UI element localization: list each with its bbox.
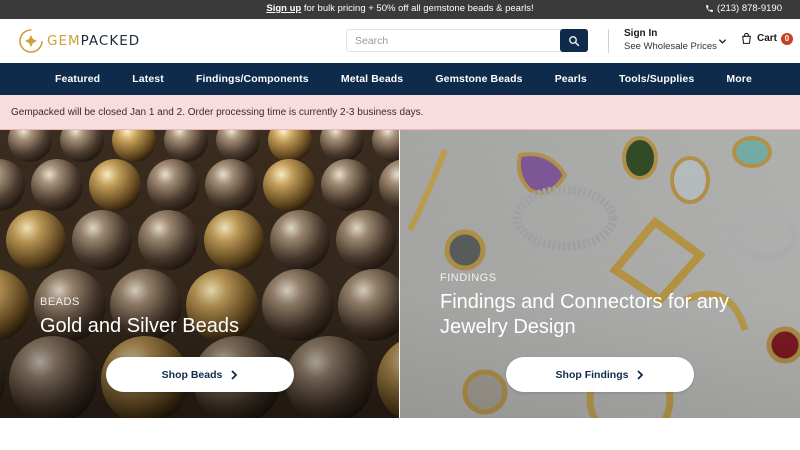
cart-button[interactable]: Cart 0 bbox=[740, 32, 794, 45]
logo-packed-text: PACKED bbox=[80, 33, 141, 49]
nav-item-more[interactable]: More bbox=[726, 73, 752, 85]
nav-item-findings-components[interactable]: Findings/Components bbox=[196, 73, 309, 85]
shop-beads-button[interactable]: Shop Beads bbox=[106, 357, 294, 392]
cart-count-badge: 0 bbox=[781, 32, 794, 45]
shop-findings-label: Shop Findings bbox=[555, 368, 629, 381]
signin-label: Sign In bbox=[624, 28, 658, 39]
findings-headline: Findings and Connectors for any Jewelry … bbox=[440, 291, 730, 338]
nav-item-tools-supplies[interactable]: Tools/Supplies bbox=[619, 73, 694, 85]
phone-number[interactable]: (213) 878-9190 bbox=[705, 3, 782, 14]
site-header: GEMPACKED Sign In See Wholesale Prices C… bbox=[0, 19, 800, 63]
closure-notice: Gempacked will be closed Jan 1 and 2. Or… bbox=[0, 95, 800, 130]
nav-item-latest[interactable]: Latest bbox=[132, 73, 164, 85]
findings-banner[interactable]: FINDINGS Findings and Connectors for any… bbox=[400, 130, 800, 418]
wholesale-label: See Wholesale Prices bbox=[624, 41, 717, 52]
search-icon bbox=[569, 35, 580, 46]
header-divider bbox=[608, 29, 609, 53]
promo-message: Sign up for bulk pricing + 50% off all g… bbox=[0, 3, 800, 14]
cart-label: Cart bbox=[757, 33, 778, 44]
search-button[interactable] bbox=[560, 29, 588, 52]
logo-wordmark: GEMPACKED bbox=[47, 33, 140, 49]
chevron-right-icon bbox=[231, 369, 238, 380]
nav-item-metal-beads[interactable]: Metal Beads bbox=[341, 73, 403, 85]
main-nav: Featured Latest Findings/Components Meta… bbox=[0, 63, 800, 95]
nav-item-pearls[interactable]: Pearls bbox=[555, 73, 587, 85]
cart-bag-icon bbox=[742, 32, 751, 44]
phone-icon bbox=[706, 5, 713, 12]
beads-headline: Gold and Silver Beads bbox=[40, 315, 240, 337]
chevron-right-icon bbox=[637, 369, 644, 380]
promo-bar: Sign up for bulk pricing + 50% off all g… bbox=[0, 0, 800, 19]
phone-text: (213) 878-9190 bbox=[717, 3, 782, 14]
findings-eyebrow: FINDINGS bbox=[440, 272, 497, 284]
nav-item-gemstone-beads[interactable]: Gemstone Beads bbox=[435, 73, 522, 85]
promo-text: for bulk pricing + 50% off all gemstone … bbox=[301, 3, 534, 14]
signin-link[interactable]: Sign In See Wholesale Prices bbox=[624, 27, 717, 53]
logo-gem-icon bbox=[19, 29, 43, 53]
nav-item-featured[interactable]: Featured bbox=[55, 73, 100, 85]
search-input[interactable] bbox=[347, 30, 561, 51]
search-bar bbox=[346, 29, 588, 52]
shop-findings-button[interactable]: Shop Findings bbox=[506, 357, 694, 392]
shop-beads-label: Shop Beads bbox=[161, 368, 223, 381]
chevron-down-icon[interactable] bbox=[718, 37, 727, 46]
logo-gem-text: GEM bbox=[47, 33, 81, 49]
signup-link[interactable]: Sign up bbox=[266, 3, 301, 14]
beads-banner[interactable]: BEADS Gold and Silver Beads Shop Beads bbox=[0, 130, 399, 418]
beads-eyebrow: BEADS bbox=[40, 296, 80, 308]
hero-banners: BEADS Gold and Silver Beads Shop Beads F… bbox=[0, 130, 800, 418]
site-logo[interactable]: GEMPACKED bbox=[18, 28, 140, 54]
